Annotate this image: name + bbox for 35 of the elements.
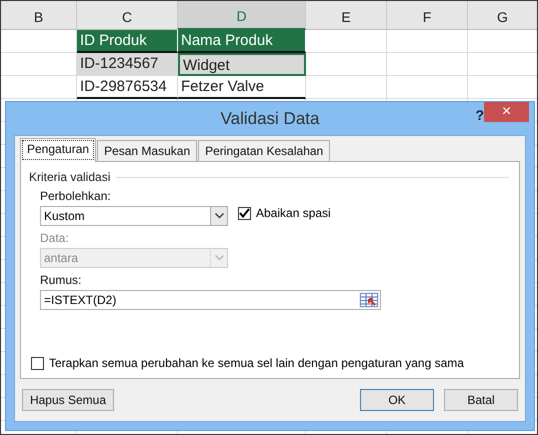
column-header[interactable]: G	[468, 1, 537, 30]
table-cell: Fetzer Valve	[178, 76, 306, 99]
window-title: Validasi Data	[220, 108, 320, 128]
field-label: Rumus:	[40, 273, 82, 287]
column-header[interactable]: C	[77, 1, 178, 30]
checkbox-label: Abaikan spasi	[256, 206, 331, 220]
tab[interactable]: Pengaturan	[20, 138, 96, 162]
checkbox[interactable]	[238, 206, 251, 220]
close-button[interactable]: ×	[484, 102, 529, 122]
table-cell: ID-29876534	[77, 76, 178, 99]
tab[interactable]: Pesan Masukan	[97, 140, 198, 161]
column-header[interactable]: E	[306, 1, 387, 30]
dialog-button[interactable]: Batal	[444, 389, 518, 411]
range-select-icon[interactable]	[359, 292, 379, 308]
column-header[interactable]: B	[1, 1, 77, 30]
chevron-down-icon[interactable]	[210, 207, 227, 225]
table-cell: Widget	[178, 53, 306, 76]
formula-field[interactable]: =ISTEXT(D2)	[40, 290, 381, 310]
table-cell: ID-1234567	[77, 53, 178, 76]
section-title: Kriteria validasi	[29, 170, 110, 184]
column-heading: ID Produk	[77, 30, 178, 53]
checkbox-label: Terapkan semua perubahan ke semua sel lain dengan pengaturan yang sama	[49, 356, 464, 370]
checkbox[interactable]	[31, 356, 44, 370]
help-button[interactable]: ?	[475, 107, 484, 123]
chevron-down-icon	[210, 249, 227, 267]
column-header[interactable]: F	[387, 1, 468, 30]
dialog-button[interactable]: OK	[360, 389, 434, 411]
dropdown[interactable]: Kustom	[40, 206, 228, 226]
field-label: Data:	[40, 231, 70, 245]
tab[interactable]: Peringatan Kesalahan	[198, 140, 330, 161]
dialog-button[interactable]: Hapus Semua	[22, 389, 114, 411]
column-header[interactable]: D	[178, 1, 306, 30]
dropdown: antara	[40, 248, 228, 268]
field-label: Perbolehkan:	[40, 189, 112, 203]
column-heading: Nama Produk	[178, 30, 306, 53]
